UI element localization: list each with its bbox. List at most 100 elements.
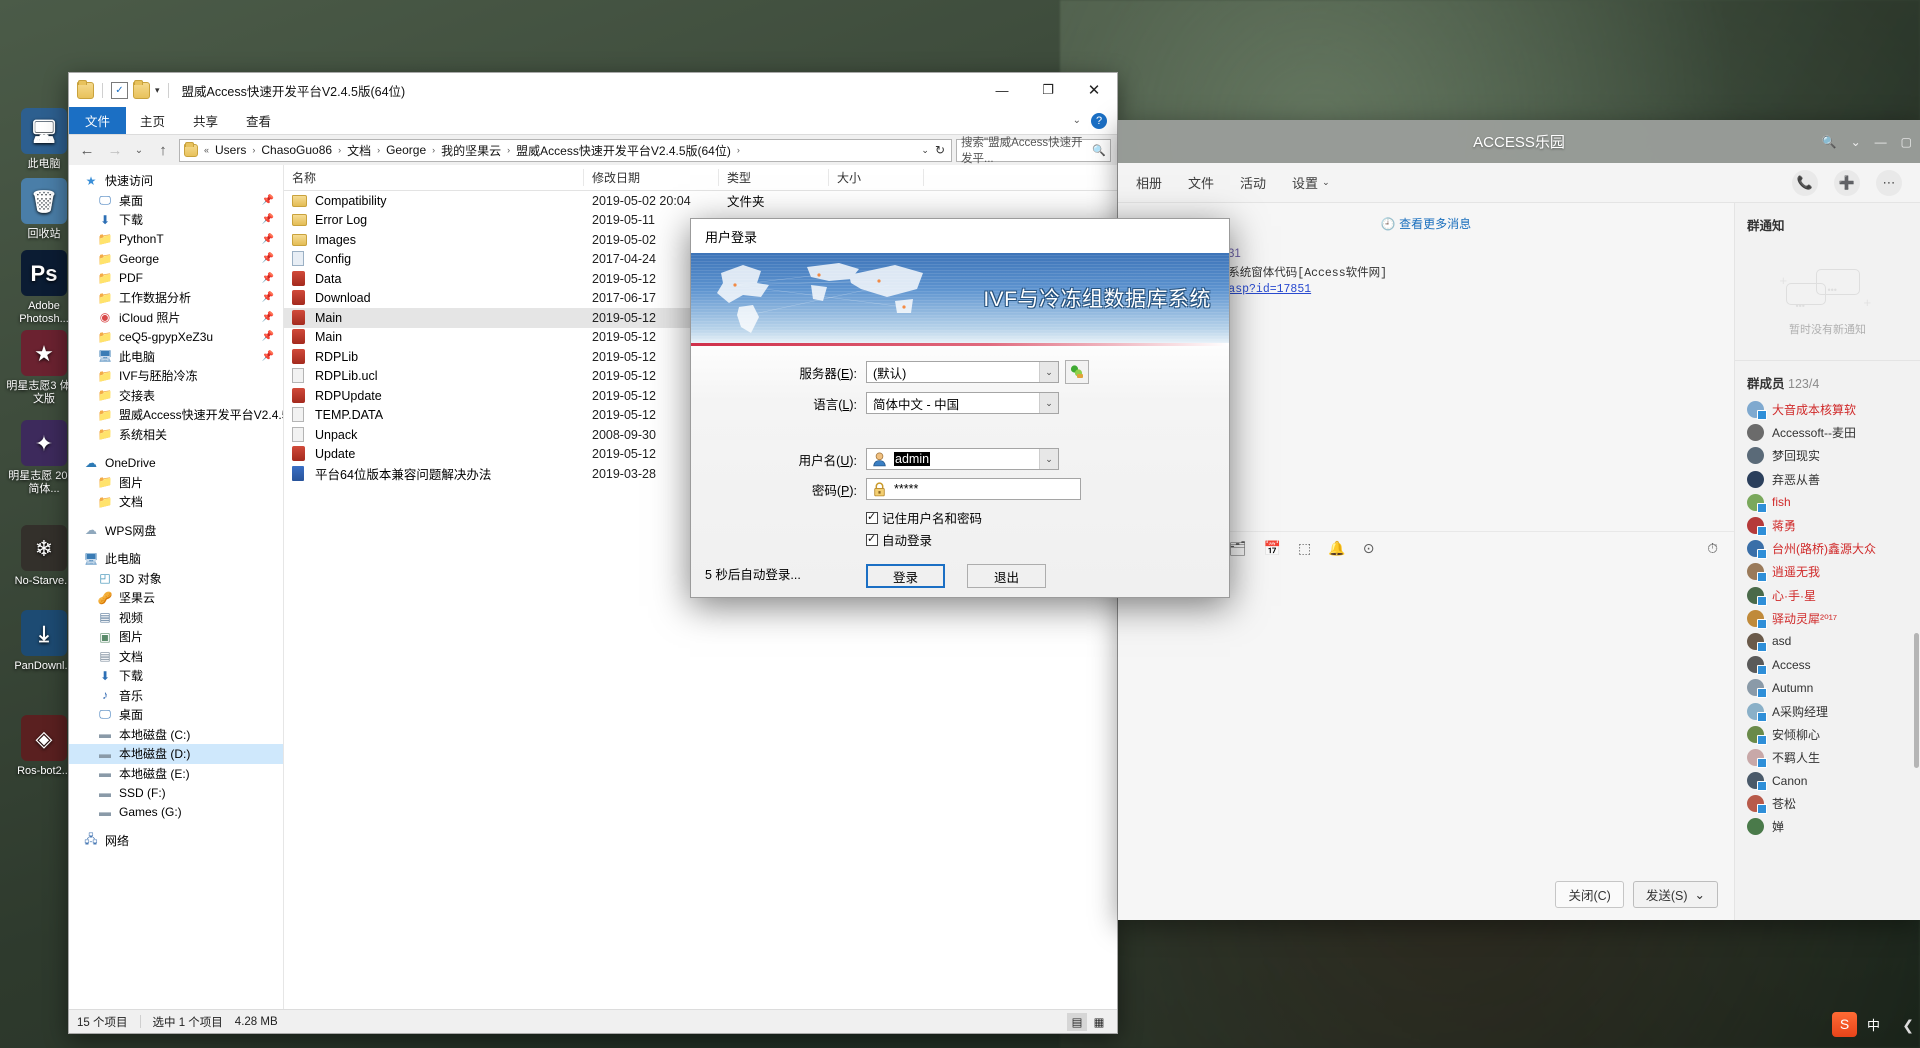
member-row[interactable]: 安倾柳心 (1735, 723, 1920, 746)
language-combobox[interactable]: 简体中文 - 中国 ⌄ (866, 392, 1059, 414)
breadcrumb-item-4[interactable]: 我的坚果云 (439, 142, 503, 159)
nav-item-4[interactable]: 📁 George 📌 (69, 249, 283, 269)
breadcrumb-dropdown-icon[interactable]: ⌄ (921, 145, 929, 156)
plugin-icon[interactable]: ⊙ (1363, 540, 1375, 557)
qq-chevron-down-icon[interactable]: ⌄ (1851, 135, 1861, 149)
close-chat-button[interactable]: 关闭(C) (1555, 880, 1624, 908)
pin-icon[interactable]: 📌 (262, 214, 274, 225)
maximize-button[interactable]: ❐ (1025, 73, 1071, 107)
nav-item-32[interactable]: 🖧 网络 (69, 831, 283, 851)
password-input[interactable]: ***** (866, 478, 1081, 500)
breadcrumb-item-0[interactable]: Users (213, 143, 248, 157)
ribbon-tab-0[interactable]: 文件 (69, 107, 127, 134)
pin-icon[interactable]: 📌 (262, 292, 274, 303)
nav-item-8[interactable]: 📁 ceQ5-gpypXeZ3u 📌 (69, 327, 283, 347)
send-button[interactable]: 发送(S) ⌄ (1632, 880, 1718, 908)
qq-tab-1[interactable]: 文件 (1188, 173, 1214, 192)
pin-icon[interactable]: 📌 (262, 253, 274, 264)
member-row[interactable]: asd (1735, 630, 1920, 653)
minimize-button[interactable]: — (979, 73, 1025, 107)
add-member-icon[interactable]: ➕ (1834, 169, 1860, 196)
file-row[interactable]: Compatibility 2019-05-02 20:04 文件夹 (284, 191, 1117, 211)
members-scrollbar[interactable] (1914, 633, 1919, 768)
properties-icon[interactable]: ✓ (111, 81, 128, 99)
nav-item-2[interactable]: ⬇ 下载 📌 (69, 210, 283, 230)
breadcrumb-chevron-5[interactable]: › (735, 145, 742, 155)
nav-item-15[interactable]: 📁 图片 (69, 473, 283, 493)
ime-language-indicator[interactable]: 中 (1867, 1015, 1880, 1034)
breadcrumb-chevron-0[interactable]: › (250, 145, 257, 155)
search-input[interactable]: 搜索"盟威Access快速开发平... 🔍 (956, 137, 1111, 165)
member-row[interactable]: Access (1735, 653, 1920, 676)
member-row[interactable]: Accessoft--麦田 (1735, 421, 1920, 444)
nav-item-18[interactable]: 🖥 此电脑 (69, 549, 283, 569)
nav-item-23[interactable]: ▤ 文档 (69, 647, 283, 667)
more-options-icon[interactable]: ⋯ (1876, 169, 1902, 196)
tiles-view-button[interactable]: ▦ (1089, 1013, 1109, 1031)
sogou-ime-icon[interactable]: S (1831, 1011, 1857, 1037)
member-row[interactable]: Autumn (1735, 676, 1920, 699)
calendar-icon[interactable]: 📅 (1264, 540, 1281, 557)
pin-icon[interactable]: 📌 (262, 312, 274, 323)
member-row[interactable]: 逍遥无我 (1735, 560, 1920, 583)
member-row[interactable]: 弃恶从善 (1735, 468, 1920, 491)
exit-button[interactable]: 退出 (967, 564, 1046, 588)
nav-item-13[interactable]: 📁 系统相关 (69, 425, 283, 445)
nav-item-0[interactable]: ★ 快速访问 (69, 171, 283, 191)
nav-item-1[interactable]: 🖵 桌面 📌 (69, 191, 283, 211)
pin-icon[interactable]: 📌 (262, 351, 274, 362)
breadcrumb[interactable]: «Users › ChasoGuo86 › 文档 › George › 我的坚果云 › 盟威Acce… (179, 138, 952, 162)
pin-icon[interactable]: 📌 (262, 273, 274, 284)
remember-credentials-checkbox[interactable]: 记住用户名和密码 (866, 508, 1229, 527)
breadcrumb-chevron-1[interactable]: › (336, 145, 343, 155)
nav-item-5[interactable]: 📁 PDF 📌 (69, 269, 283, 289)
member-row[interactable]: Canon (1735, 769, 1920, 792)
server-chevron-down-icon[interactable]: ⌄ (1039, 362, 1058, 382)
nav-item-10[interactable]: 📁 IVF与胚胎冷冻 (69, 366, 283, 386)
member-row[interactable]: fish (1735, 491, 1920, 514)
close-button[interactable]: ✕ (1071, 73, 1117, 107)
member-row[interactable]: 驿动灵犀²⁰¹⁷ (1735, 607, 1920, 630)
nav-item-11[interactable]: 📁 交接表 (69, 386, 283, 406)
nav-item-24[interactable]: ⬇ 下载 (69, 666, 283, 686)
back-button[interactable]: ← (75, 138, 99, 162)
tray-collapse-icon[interactable]: ❮ (1902, 1017, 1914, 1034)
shake-icon[interactable]: 🔔 (1328, 540, 1345, 557)
language-chevron-down-icon[interactable]: ⌄ (1039, 393, 1058, 413)
message-link[interactable]: e-show.asp?id=17851 (1180, 283, 1718, 296)
nav-item-12[interactable]: 📁 盟威Access快速开发平台V2.4.5版(64位) (69, 405, 283, 425)
qq-tab-0[interactable]: 相册 (1136, 173, 1162, 192)
username-combobox[interactable]: admin ⌄ (866, 448, 1059, 470)
qq-maximize-button[interactable]: ▢ (1901, 135, 1912, 149)
nav-item-17[interactable]: ☁ WPS网盘 (69, 521, 283, 541)
up-button[interactable]: ↑ (151, 138, 175, 162)
qq-tab-2[interactable]: 活动 (1240, 173, 1266, 192)
nav-item-14[interactable]: ☁ OneDrive (69, 453, 283, 473)
refresh-icon[interactable]: ↻ (935, 143, 945, 157)
nav-item-16[interactable]: 📁 文档 (69, 492, 283, 512)
forward-button[interactable]: → (103, 138, 127, 162)
member-row[interactable]: 蒋勇 (1735, 514, 1920, 537)
column-header-2[interactable]: 类型 (719, 169, 829, 186)
member-row[interactable]: 不羁人生 (1735, 746, 1920, 769)
member-row[interactable]: A采购经理 (1735, 699, 1920, 722)
nav-item-28[interactable]: ▬ 本地磁盘 (D:) (69, 744, 283, 764)
column-header-1[interactable]: 修改日期 (584, 169, 719, 186)
box-icon[interactable]: ⬚ (1298, 540, 1311, 557)
breadcrumb-chevron-4[interactable]: › (505, 145, 512, 155)
nav-item-9[interactable]: 🖥 此电脑 📌 (69, 347, 283, 367)
breadcrumb-item-1[interactable]: ChasoGuo86 (259, 143, 334, 157)
details-view-button[interactable]: ▤ (1067, 1012, 1087, 1031)
message-input[interactable] (1118, 564, 1734, 868)
auto-login-checkbox[interactable]: 自动登录 (866, 530, 1229, 549)
quick-access-dropdown-icon[interactable]: ▾ (155, 85, 160, 96)
ribbon-tab-2[interactable]: 共享 (179, 107, 232, 134)
nav-item-20[interactable]: 🥜 坚果云 (69, 588, 283, 608)
member-row[interactable]: 苍松 (1735, 792, 1920, 815)
nav-item-6[interactable]: 📁 工作数据分析 📌 (69, 288, 283, 308)
breadcrumb-item-3[interactable]: George (384, 143, 428, 157)
column-header-3[interactable]: 大小 (829, 169, 924, 186)
qq-search-icon[interactable]: 🔍 (1822, 135, 1837, 149)
nav-item-21[interactable]: ▤ 视频 (69, 608, 283, 628)
recent-locations-icon[interactable]: ⌄ (131, 138, 147, 162)
